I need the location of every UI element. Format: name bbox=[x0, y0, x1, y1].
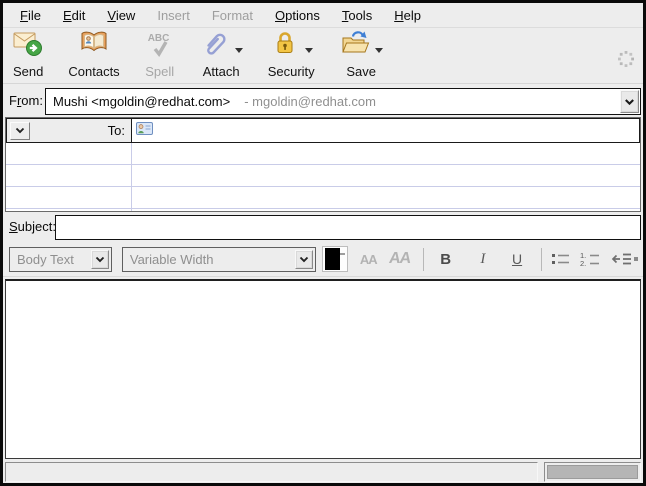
menu-file[interactable]: File bbox=[9, 5, 52, 26]
recipient-empty-rows[interactable] bbox=[6, 143, 640, 211]
send-icon bbox=[13, 28, 43, 63]
recipient-type-button[interactable]: To: bbox=[6, 118, 132, 143]
menu-view[interactable]: View bbox=[96, 5, 146, 26]
paragraph-format-select[interactable]: Body Text bbox=[9, 247, 112, 272]
recipient-header-row: To: bbox=[6, 118, 640, 143]
recipient-type-label: To: bbox=[30, 123, 131, 138]
font-select[interactable]: Variable Width bbox=[122, 247, 316, 272]
recipient-input[interactable] bbox=[132, 118, 640, 143]
subject-row: Subject: bbox=[3, 213, 643, 242]
menu-format: Format bbox=[201, 5, 264, 26]
chevron-down-icon bbox=[15, 127, 25, 134]
font-dropdown-button[interactable] bbox=[295, 250, 313, 269]
attach-button[interactable]: Attach bbox=[194, 31, 249, 79]
security-label: Security bbox=[268, 64, 315, 79]
spell-label: Spell bbox=[145, 64, 174, 79]
save-label: Save bbox=[346, 64, 376, 79]
from-label: From: bbox=[9, 93, 43, 108]
toolbar-overflow-icon[interactable] bbox=[634, 257, 638, 261]
menu-bar: File Edit View Insert Format Options Too… bbox=[3, 3, 643, 28]
subject-label: Subject: bbox=[9, 219, 56, 234]
security-dropdown-arrow-icon[interactable] bbox=[305, 48, 313, 53]
menu-tools[interactable]: Tools bbox=[331, 5, 383, 26]
subject-input[interactable] bbox=[55, 215, 641, 240]
column-divider bbox=[131, 143, 132, 211]
menu-edit[interactable]: Edit bbox=[52, 5, 96, 26]
spell-button: ABC Spell bbox=[139, 31, 181, 79]
menu-options[interactable]: Options bbox=[264, 5, 331, 26]
message-body-editor[interactable] bbox=[5, 279, 641, 459]
recipients-area: To: bbox=[5, 117, 641, 212]
font-value: Variable Width bbox=[123, 252, 315, 267]
outdent-button[interactable] bbox=[609, 246, 634, 272]
save-icon bbox=[340, 28, 370, 63]
bullet-list-icon bbox=[550, 250, 572, 268]
toolbar-separator bbox=[541, 248, 542, 271]
compose-window: File Edit View Insert Format Options Too… bbox=[0, 0, 646, 486]
underline-button[interactable]: U bbox=[504, 246, 529, 272]
attach-dropdown-arrow-icon[interactable] bbox=[235, 48, 243, 53]
contact-card-icon bbox=[136, 122, 153, 140]
contacts-icon bbox=[79, 28, 109, 63]
save-button[interactable]: Save bbox=[334, 31, 389, 79]
from-row: From: Mushi <mgoldin@redhat.com> - mgold… bbox=[3, 85, 643, 117]
svg-text:2.: 2. bbox=[580, 259, 586, 268]
spell-check-icon: ABC bbox=[145, 33, 175, 63]
send-button[interactable]: Send bbox=[7, 31, 49, 79]
numbered-list-icon: 1. 2. bbox=[579, 250, 601, 268]
bullet-list-button[interactable] bbox=[549, 246, 574, 272]
menu-insert: Insert bbox=[146, 5, 201, 26]
numbered-list-button[interactable]: 1. 2. bbox=[578, 246, 603, 272]
from-account-hint: - mgoldin@redhat.com bbox=[244, 94, 376, 109]
status-bar bbox=[3, 461, 643, 483]
progress-meter bbox=[544, 462, 641, 482]
main-toolbar: Send Contacts ABC Spell bbox=[3, 28, 643, 84]
attach-label: Attach bbox=[203, 64, 240, 79]
from-combo-dropdown-button[interactable] bbox=[620, 90, 639, 113]
color-swatch-icon bbox=[325, 248, 340, 270]
save-dropdown-arrow-icon[interactable] bbox=[375, 48, 383, 53]
row-divider bbox=[6, 164, 640, 165]
contacts-button[interactable]: Contacts bbox=[62, 31, 125, 79]
text-color-button[interactable] bbox=[322, 246, 347, 272]
paragraph-format-dropdown-button[interactable] bbox=[91, 250, 109, 269]
security-button[interactable]: Security bbox=[262, 31, 321, 79]
contacts-label: Contacts bbox=[68, 64, 119, 79]
recipient-type-dropdown-button[interactable] bbox=[10, 122, 30, 140]
chevron-down-icon bbox=[95, 256, 105, 263]
progress-fill bbox=[547, 465, 638, 479]
bold-button[interactable]: B bbox=[433, 246, 458, 272]
attach-icon bbox=[200, 28, 230, 63]
decrease-font-size-button: AA bbox=[356, 246, 381, 272]
outdent-icon bbox=[611, 250, 633, 268]
toolbar-separator bbox=[423, 248, 424, 271]
format-toolbar: Body Text Variable Width AA AA B I U bbox=[3, 242, 643, 277]
row-divider bbox=[6, 186, 640, 187]
color-dropdown-dash-icon bbox=[340, 253, 345, 255]
increase-font-size-button: AA bbox=[387, 246, 412, 272]
status-message bbox=[5, 462, 538, 482]
security-lock-icon bbox=[270, 28, 300, 63]
send-label: Send bbox=[13, 64, 43, 79]
chevron-down-icon bbox=[624, 98, 635, 106]
from-identity-value: Mushi <mgoldin@redhat.com> bbox=[53, 94, 230, 109]
italic-button[interactable]: I bbox=[470, 246, 495, 272]
from-identity-combo[interactable]: Mushi <mgoldin@redhat.com> - mgoldin@red… bbox=[45, 88, 641, 115]
row-divider bbox=[6, 208, 640, 209]
throbber-icon bbox=[617, 50, 635, 73]
menu-help[interactable]: Help bbox=[383, 5, 432, 26]
chevron-down-icon bbox=[299, 256, 309, 263]
